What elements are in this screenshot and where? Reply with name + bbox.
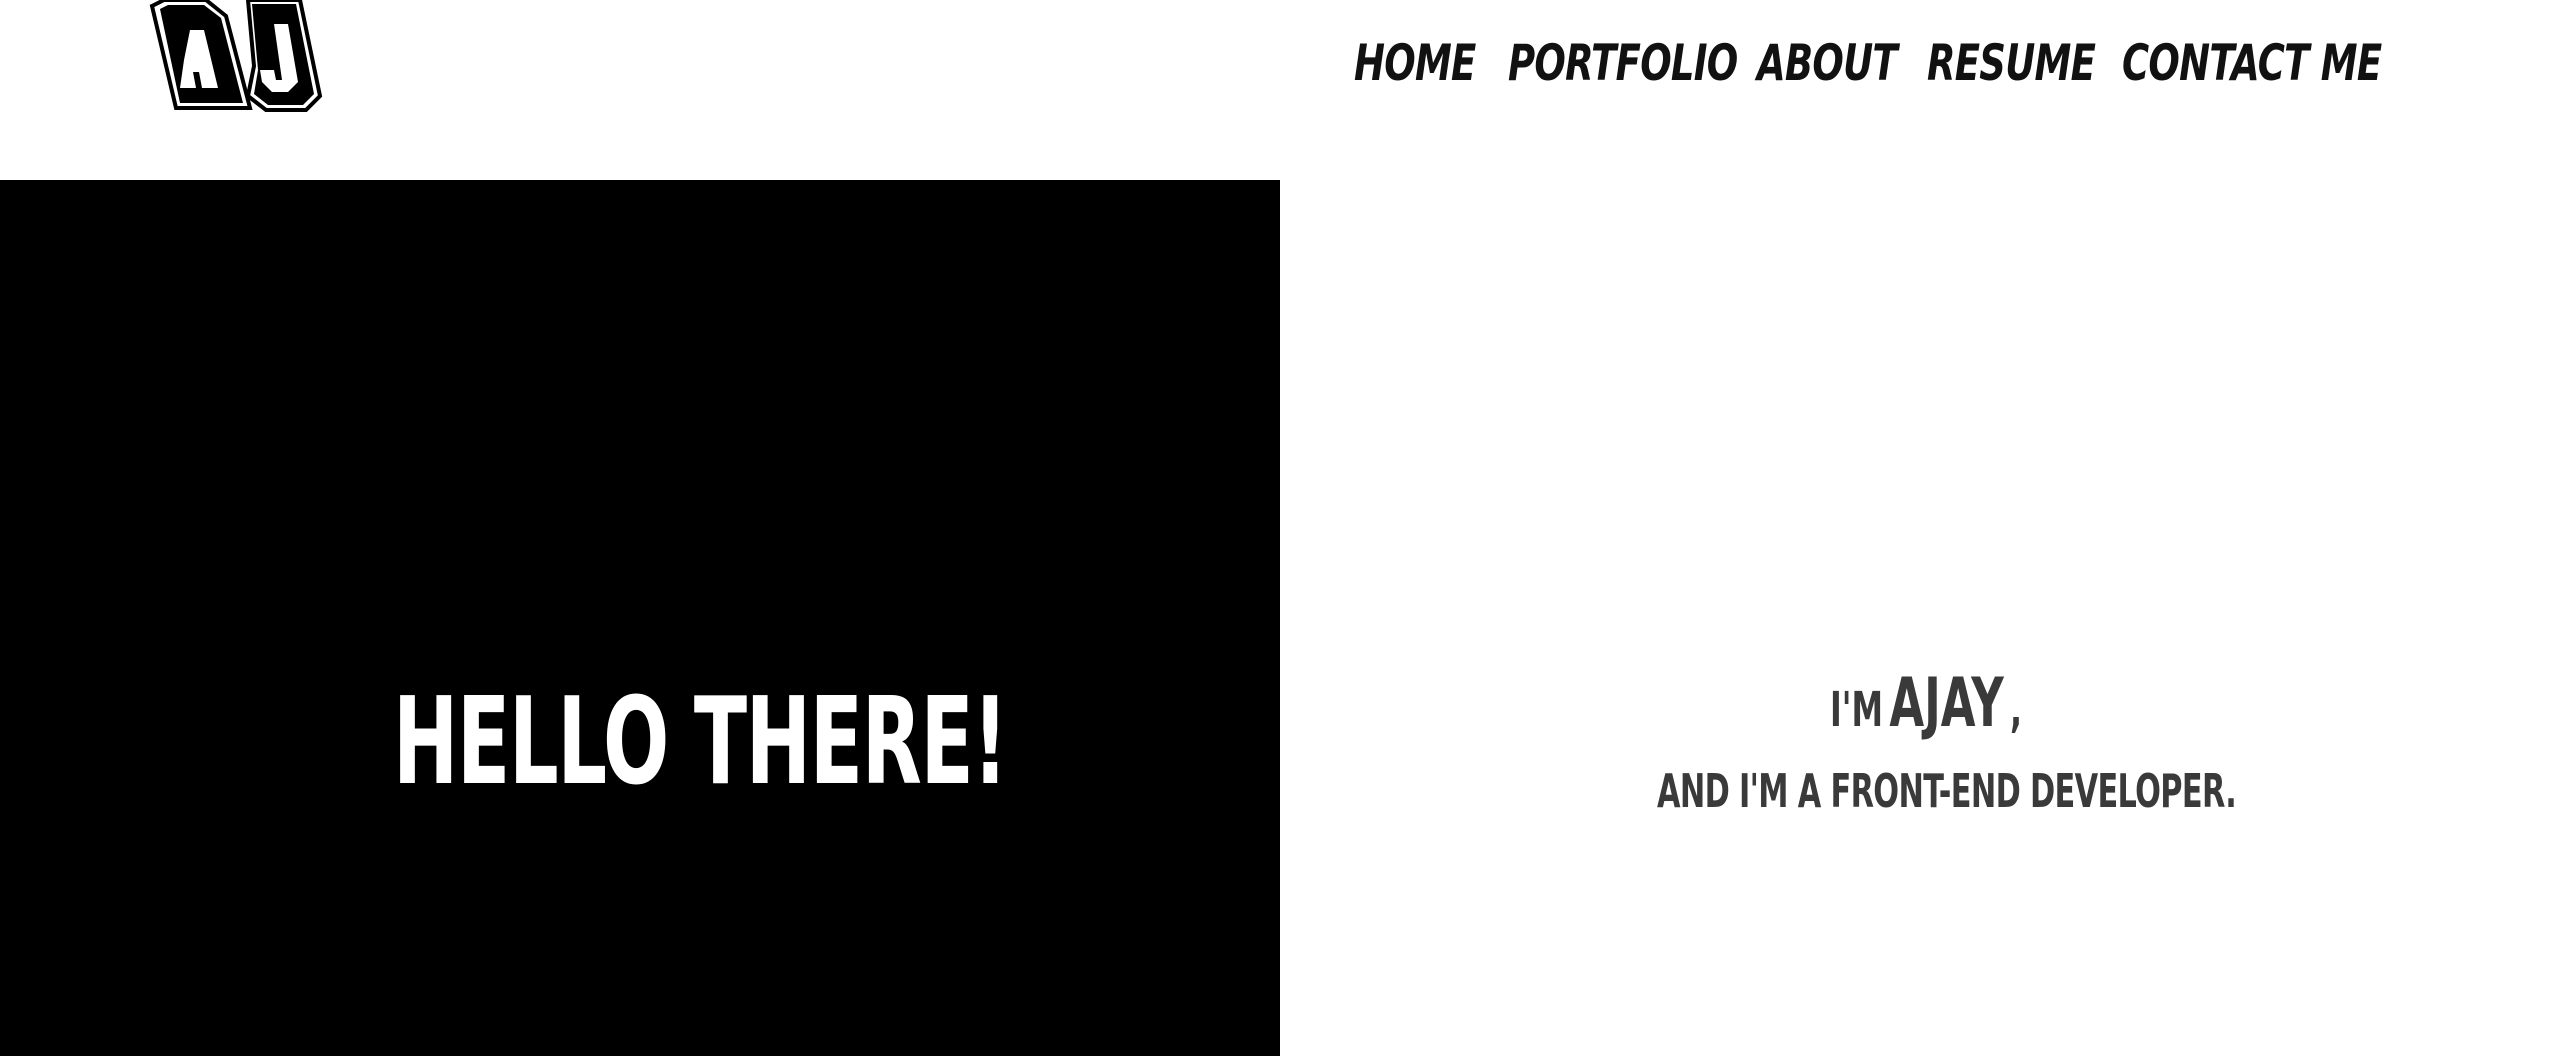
nav-contact-link[interactable]: CONTACT ME bbox=[2122, 30, 2382, 96]
intro-prefix: I'M bbox=[1830, 682, 1884, 738]
intro-comma: , bbox=[2010, 682, 2023, 738]
intro-greeting: I'M AJAY , bbox=[1830, 668, 2022, 757]
hero-title: HELLO THERE! bbox=[393, 673, 1008, 812]
hero-intro-panel bbox=[1280, 180, 2560, 1056]
aj-logo[interactable] bbox=[148, 0, 328, 112]
nav-home-link[interactable]: HOME bbox=[1354, 30, 1476, 96]
intro-tagline: AND I'M A FRONT-END DEVELOPER. bbox=[1657, 764, 2237, 818]
nav-resume-link[interactable]: RESUME bbox=[1927, 30, 2096, 96]
intro-name: AJAY bbox=[1889, 664, 2004, 743]
site-header: HOME PORTFOLIO ABOUT RESUME CONTACT ME bbox=[0, 0, 2560, 180]
nav-about-link[interactable]: ABOUT bbox=[1757, 30, 1898, 96]
hero-black-panel bbox=[0, 180, 1280, 1056]
nav-portfolio-link[interactable]: PORTFOLIO bbox=[1508, 30, 1738, 96]
aj-monogram-icon bbox=[149, 0, 323, 112]
